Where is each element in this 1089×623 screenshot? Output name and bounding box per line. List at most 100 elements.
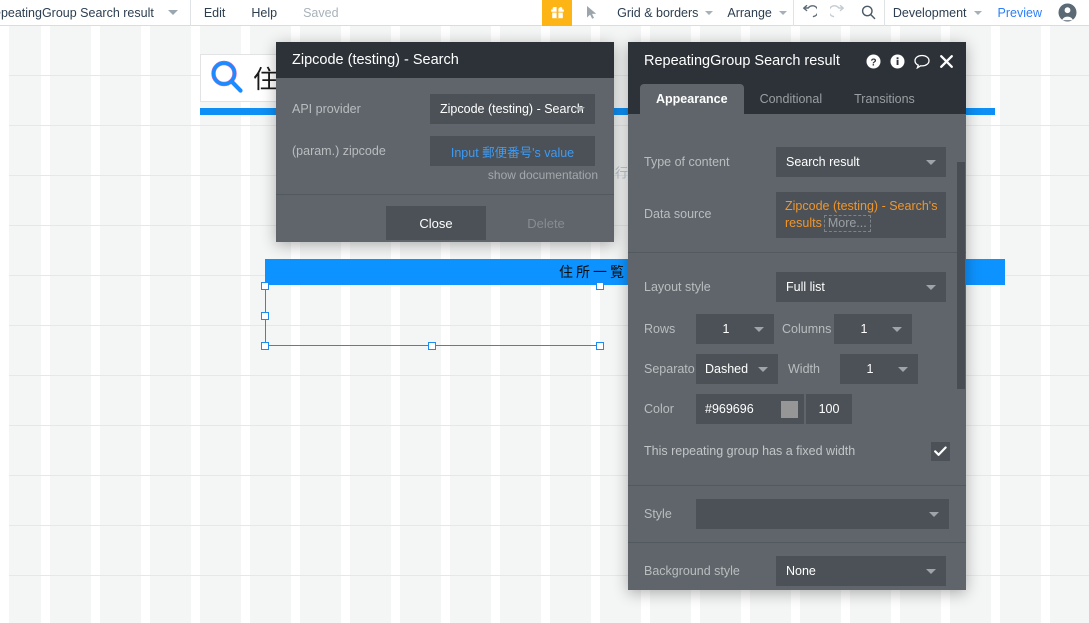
menu-help[interactable]: Help [238, 6, 290, 20]
chevron-down-icon [926, 569, 936, 574]
undo-button[interactable] [794, 0, 824, 26]
user-avatar[interactable] [1052, 3, 1089, 22]
layout-style-row: Layout style Full list [628, 265, 966, 309]
cursor-arrow-icon[interactable] [586, 5, 599, 20]
rg-panel-tabs: Appearance Conditional Transitions [628, 80, 966, 114]
gift-icon-button[interactable] [542, 0, 573, 26]
background-style-label: Background style [644, 564, 740, 578]
rows-columns-row: Rows 1 Columns 1 [628, 309, 966, 349]
selection-rectangle [265, 286, 600, 346]
fixed-width-label: This repeating group has a fixed width [644, 444, 856, 458]
undo-icon [803, 4, 818, 18]
rg-panel-scrollbar[interactable] [956, 114, 966, 590]
redo-button[interactable] [824, 0, 854, 26]
rows-select[interactable]: 1 [696, 314, 774, 344]
canvas-left-gutter [0, 26, 9, 623]
chevron-down-icon [898, 367, 908, 372]
tab-transitions[interactable]: Transitions [838, 84, 931, 114]
style-label: Style [644, 507, 672, 521]
arrange-menu[interactable]: Arrange [719, 6, 792, 20]
close-icon[interactable] [939, 54, 954, 69]
rows-value: 1 [722, 322, 730, 336]
type-of-content-label: Type of content [644, 155, 730, 169]
fixed-width-checkbox[interactable] [931, 441, 950, 461]
data-source-label: Data source [644, 207, 712, 221]
separator-select[interactable]: Dashed [696, 354, 778, 384]
style-select[interactable] [696, 499, 949, 529]
canvas-repeating-group-header-text: 住所一覧 [559, 265, 627, 281]
menu-edit[interactable]: Edit [191, 6, 239, 20]
preview-button[interactable]: Preview [988, 6, 1052, 20]
user-avatar-icon [1058, 3, 1077, 22]
chevron-down-icon [758, 367, 768, 372]
layout-style-select[interactable]: Full list [776, 272, 946, 302]
chevron-down-icon [929, 512, 939, 517]
separator-label: Separato [644, 362, 695, 376]
background-style-row: Background style None [628, 543, 966, 590]
page-selector-chevron-down-icon[interactable] [167, 10, 178, 15]
magnifier-icon [211, 60, 243, 93]
speech-bubble-icon[interactable] [914, 54, 930, 69]
opacity-value: 100 [818, 402, 840, 416]
chevron-down-icon [926, 285, 936, 290]
rg-panel-header: RepeatingGroup Search result ? [628, 42, 966, 80]
data-source-field[interactable]: Zipcode (testing) - Search's results More… [776, 192, 946, 238]
chevron-down-icon [705, 10, 714, 15]
gift-icon [550, 7, 564, 19]
selection-handle-top-left[interactable] [261, 282, 269, 290]
api-provider-select[interactable]: Zipcode (testing) - Search [430, 94, 595, 124]
width-label: Width [788, 362, 820, 376]
opacity-input[interactable]: 100 [806, 394, 852, 424]
zipcode-dialog-footer: Close Delete [276, 194, 614, 251]
fixed-width-row: This repeating group has a fixed width [628, 429, 966, 473]
chevron-down-icon [892, 327, 902, 332]
rg-panel-body: Type of content Search result Data sourc… [628, 114, 966, 590]
layout-style-value: Full list [786, 280, 825, 294]
grid-borders-menu[interactable]: Grid & borders [609, 6, 719, 20]
chevron-down-icon [754, 327, 764, 332]
selection-handle-bottom-center[interactable] [428, 342, 436, 350]
type-of-content-row: Type of content Search result [628, 140, 966, 184]
selection-handle-middle-left[interactable] [261, 312, 269, 320]
zipcode-dialog-title: Zipcode (testing) - Search [292, 52, 459, 68]
delete-button[interactable]: Delete [516, 206, 576, 240]
question-circle-icon[interactable]: ? [866, 54, 881, 69]
tab-appearance[interactable]: Appearance [640, 84, 744, 114]
redo-icon [830, 4, 845, 18]
info-circle-icon[interactable] [890, 54, 905, 69]
columns-value: 1 [860, 322, 868, 336]
chevron-down-icon [575, 107, 585, 112]
param-zipcode-field[interactable]: Input 郵便番号's value [430, 136, 595, 166]
param-zipcode-row: (param.) zipcode Input 郵便番号's value [276, 130, 614, 172]
columns-select[interactable]: 1 [834, 314, 912, 344]
rg-panel-scrollbar-thumb[interactable] [957, 162, 965, 389]
checkmark-icon [934, 445, 947, 456]
close-button[interactable]: Close [386, 206, 486, 240]
tab-conditional[interactable]: Conditional [744, 84, 839, 114]
width-select[interactable]: 1 [840, 354, 918, 384]
data-source-more-link[interactable]: More... [823, 215, 871, 232]
color-input[interactable]: #969696 [696, 394, 804, 424]
type-of-content-select[interactable]: Search result [776, 147, 946, 177]
separator-width-row: Separato Dashed Width 1 [628, 349, 966, 389]
chevron-down-icon [926, 160, 936, 165]
api-provider-row: API provider Zipcode (testing) - Search [276, 88, 614, 130]
selection-handle-top-right[interactable] [596, 282, 604, 290]
selection-handle-bottom-left[interactable] [261, 342, 269, 350]
color-value: #969696 [705, 402, 754, 416]
data-source-row: Data source Zipcode (testing) - Search's… [628, 184, 966, 238]
page-title: epeatingGroup Search result [0, 5, 154, 20]
color-label: Color [644, 402, 674, 416]
show-documentation-link[interactable]: show documentation [276, 168, 614, 182]
repeating-group-property-panel: RepeatingGroup Search result ? Appearanc… [628, 42, 966, 590]
environment-label: Development [892, 5, 967, 20]
toolbar-search-button[interactable] [854, 0, 884, 26]
color-swatch[interactable] [781, 400, 798, 418]
grid-borders-label: Grid & borders [617, 5, 699, 20]
environment-menu[interactable]: Development [885, 6, 988, 20]
background-style-select[interactable]: None [776, 556, 946, 586]
rg-panel-title: RepeatingGroup Search result [644, 53, 840, 69]
selection-handle-bottom-right[interactable] [596, 342, 604, 350]
